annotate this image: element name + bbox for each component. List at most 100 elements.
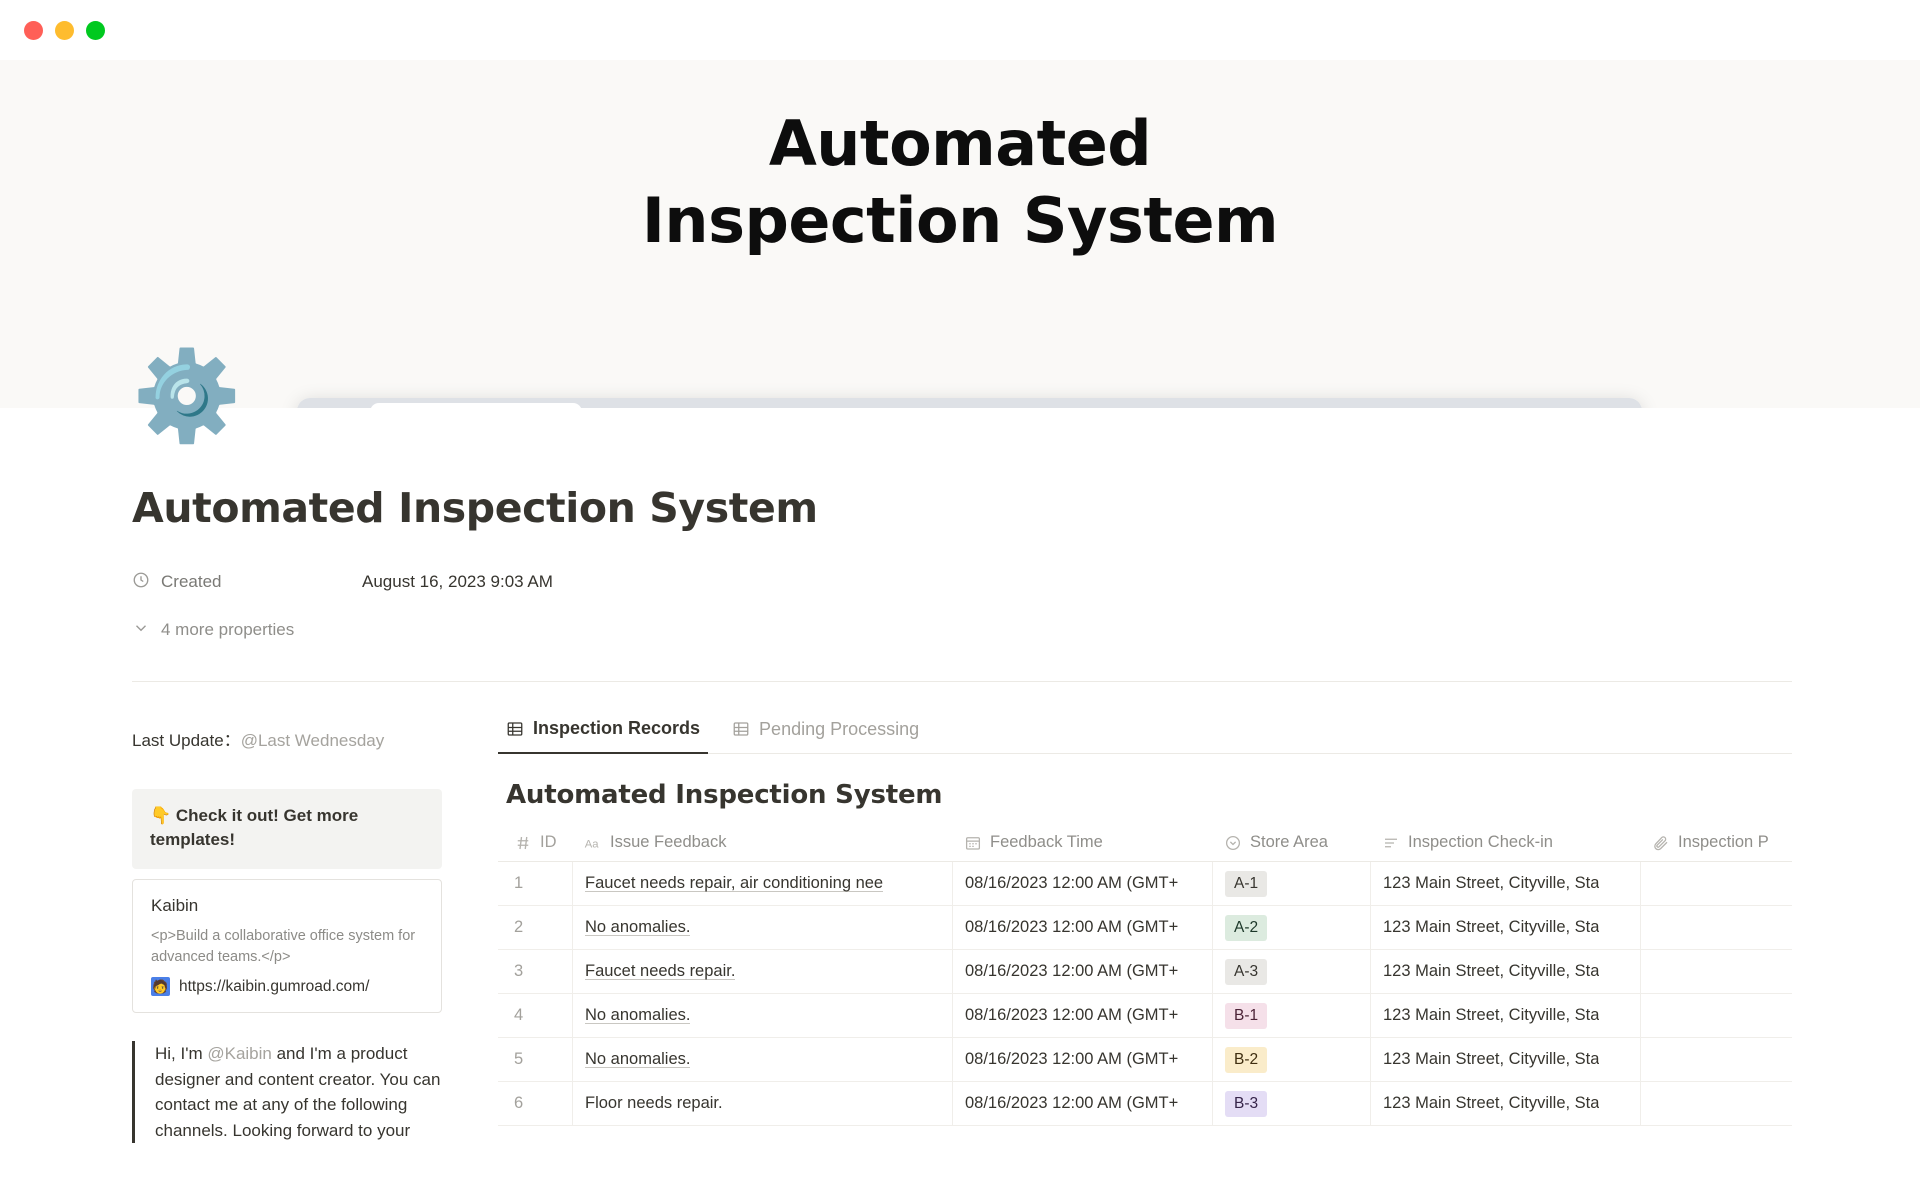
cell-inspection-check-in[interactable]: 123 Main Street, Cityville, Sta xyxy=(1370,862,1640,905)
cell-issue-feedback[interactable]: Floor needs repair. xyxy=(572,1082,952,1125)
cell-store-area[interactable]: A-1 xyxy=(1212,862,1370,905)
cell-feedback-time[interactable]: 08/16/2023 12:00 AM (GMT+ xyxy=(952,862,1212,905)
status-badge: B-2 xyxy=(1225,1047,1267,1073)
tab-pending-processing[interactable]: Pending Processing xyxy=(724,712,927,753)
tab-inspection-records[interactable]: Inspection Records xyxy=(498,712,708,754)
tab-label: Pending Processing xyxy=(759,719,919,740)
table-row[interactable]: 3 Faucet needs repair. 08/16/2023 12:00 … xyxy=(498,950,1792,994)
table-row[interactable]: 5 No anomalies. 08/16/2023 12:00 AM (GMT… xyxy=(498,1038,1792,1082)
maximize-button[interactable] xyxy=(86,21,105,40)
cell-inspection-photo[interactable] xyxy=(1640,1082,1820,1125)
browser-tabstrip: Kaibin Notion Temeplate × + ⌄ xyxy=(297,398,1642,408)
bookmark-title: Kaibin xyxy=(151,896,423,916)
cell-feedback-time[interactable]: 08/16/2023 12:00 AM (GMT+ xyxy=(952,994,1212,1037)
cell-store-area[interactable]: B-1 xyxy=(1212,994,1370,1037)
clock-icon xyxy=(132,571,150,594)
cell-id: 6 xyxy=(498,1082,572,1125)
cover-title-line-1: Automated xyxy=(0,106,1920,183)
cell-inspection-check-in[interactable]: 123 Main Street, Cityville, Sta xyxy=(1370,1038,1640,1081)
cell-feedback-time[interactable]: 08/16/2023 12:00 AM (GMT+ xyxy=(952,1082,1212,1125)
column-header-feedback-time[interactable]: Feedback Time xyxy=(952,824,1212,861)
column-header-id[interactable]: ID xyxy=(498,824,572,861)
page-properties: Created August 16, 2023 9:03 AM 4 more p… xyxy=(132,565,1792,647)
column-header-store-area[interactable]: Store Area xyxy=(1212,824,1370,861)
cell-store-area[interactable]: A-2 xyxy=(1212,906,1370,949)
minimize-button[interactable] xyxy=(55,21,74,40)
cell-inspection-check-in[interactable]: 123 Main Street, Cityville, Sta xyxy=(1370,906,1640,949)
column-header-label: Feedback Time xyxy=(990,833,1103,852)
table-row[interactable]: 6 Floor needs repair. 08/16/2023 12:00 A… xyxy=(498,1082,1792,1126)
cell-issue-feedback[interactable]: No anomalies. xyxy=(572,994,952,1037)
column-header-issue-feedback[interactable]: Aa Issue Feedback xyxy=(572,824,952,861)
quote-mention[interactable]: @Kaibin xyxy=(207,1044,272,1063)
bookmark-url-row[interactable]: 🧑 https://kaibin.gumroad.com/ xyxy=(151,977,423,996)
cell-feedback-time[interactable]: 08/16/2023 12:00 AM (GMT+ xyxy=(952,1038,1212,1081)
table-body: 1 Faucet needs repair, air conditioning … xyxy=(498,862,1792,1126)
table-row[interactable]: 1 Faucet needs repair, air conditioning … xyxy=(498,862,1792,906)
column-header-label: ID xyxy=(540,833,557,852)
cell-store-area[interactable]: B-2 xyxy=(1212,1038,1370,1081)
browser-mockup: Kaibin Notion Temeplate × + ⌄ ← → ↻ kaib… xyxy=(297,398,1642,408)
page-cover: Automated Inspection System Kaibin Notio… xyxy=(0,60,1920,408)
cell-id: 2 xyxy=(498,906,572,949)
more-properties-toggle[interactable]: 4 more properties xyxy=(132,613,1792,647)
status-badge: B-1 xyxy=(1225,1003,1267,1029)
chevron-down-icon xyxy=(132,619,150,642)
window-titlebar xyxy=(0,0,1920,60)
column-header-label: Issue Feedback xyxy=(610,833,726,852)
column-header-inspection-photo[interactable]: Inspection P xyxy=(1640,824,1820,861)
cell-issue-feedback[interactable]: Faucet needs repair. xyxy=(572,950,952,993)
cell-inspection-check-in[interactable]: 123 Main Street, Cityville, Sta xyxy=(1370,994,1640,1037)
bookmark-url[interactable]: https://kaibin.gumroad.com/ xyxy=(179,978,369,996)
column-header-label: Inspection Check-in xyxy=(1408,833,1553,852)
more-properties-label: 4 more properties xyxy=(161,620,294,640)
status-badge: B-3 xyxy=(1225,1091,1267,1117)
cell-id: 3 xyxy=(498,950,572,993)
callout-block[interactable]: 👇 Check it out! Get more templates! xyxy=(132,789,442,869)
cell-inspection-photo[interactable] xyxy=(1640,994,1820,1037)
cell-inspection-photo[interactable] xyxy=(1640,1038,1820,1081)
property-value-created[interactable]: August 16, 2023 9:03 AM xyxy=(362,572,553,592)
cell-inspection-check-in[interactable]: 123 Main Street, Cityville, Sta xyxy=(1370,1082,1640,1125)
table-row[interactable]: 4 No anomalies. 08/16/2023 12:00 AM (GMT… xyxy=(498,994,1792,1038)
last-update-line: Last Update：@Last Wednesday xyxy=(132,712,442,751)
column-header-inspection-check-in[interactable]: Inspection Check-in xyxy=(1370,824,1640,861)
svg-text:Aa: Aa xyxy=(585,838,600,850)
status-badge: A-1 xyxy=(1225,871,1267,897)
number-icon xyxy=(514,834,532,852)
cell-inspection-photo[interactable] xyxy=(1640,906,1820,949)
last-update-label: Last Update： xyxy=(132,731,241,750)
cell-issue-feedback[interactable]: No anomalies. xyxy=(572,1038,952,1081)
property-row-created[interactable]: Created August 16, 2023 9:03 AM xyxy=(132,565,1792,599)
table-row[interactable]: 2 No anomalies. 08/16/2023 12:00 AM (GMT… xyxy=(498,906,1792,950)
cell-issue-feedback[interactable]: No anomalies. xyxy=(572,906,952,949)
cell-store-area[interactable]: A-3 xyxy=(1212,950,1370,993)
table-icon xyxy=(506,720,524,738)
cell-feedback-time[interactable]: 08/16/2023 12:00 AM (GMT+ xyxy=(952,906,1212,949)
cell-inspection-photo[interactable] xyxy=(1640,950,1820,993)
cell-issue-feedback[interactable]: Faucet needs repair, air conditioning ne… xyxy=(572,862,952,905)
cell-inspection-check-in[interactable]: 123 Main Street, Cityville, Sta xyxy=(1370,950,1640,993)
quote-prefix: Hi, I'm xyxy=(155,1044,207,1063)
inspection-records-table: ID Aa Issue Feedback xyxy=(498,824,1792,1126)
database-tabs: Inspection Records Pending Processing xyxy=(498,712,1792,754)
table-header-row: ID Aa Issue Feedback xyxy=(498,824,1792,862)
text-icon: Aa xyxy=(584,834,602,852)
cell-id: 5 xyxy=(498,1038,572,1081)
page-title[interactable]: Automated Inspection System xyxy=(132,408,1792,532)
page-body: ⚙️ Automated Inspection System Created A… xyxy=(0,408,1920,1143)
column-header-label: Store Area xyxy=(1250,833,1328,852)
property-name: Created xyxy=(161,572,221,592)
table-icon xyxy=(732,720,750,738)
close-button[interactable] xyxy=(24,21,43,40)
content-columns: Last Update：@Last Wednesday 👇 Check it o… xyxy=(132,682,1792,1143)
last-update-mention[interactable]: @Last Wednesday xyxy=(241,731,385,750)
database-title[interactable]: Automated Inspection System xyxy=(498,754,1792,824)
cell-feedback-time[interactable]: 08/16/2023 12:00 AM (GMT+ xyxy=(952,950,1212,993)
bookmark-card[interactable]: Kaibin <p>Build a collaborative office s… xyxy=(132,879,442,1013)
cover-title: Automated Inspection System xyxy=(0,60,1920,260)
gear-icon[interactable]: ⚙️ xyxy=(132,352,230,450)
cell-inspection-photo[interactable] xyxy=(1640,862,1820,905)
column-header-label: Inspection P xyxy=(1678,833,1769,852)
cell-store-area[interactable]: B-3 xyxy=(1212,1082,1370,1125)
